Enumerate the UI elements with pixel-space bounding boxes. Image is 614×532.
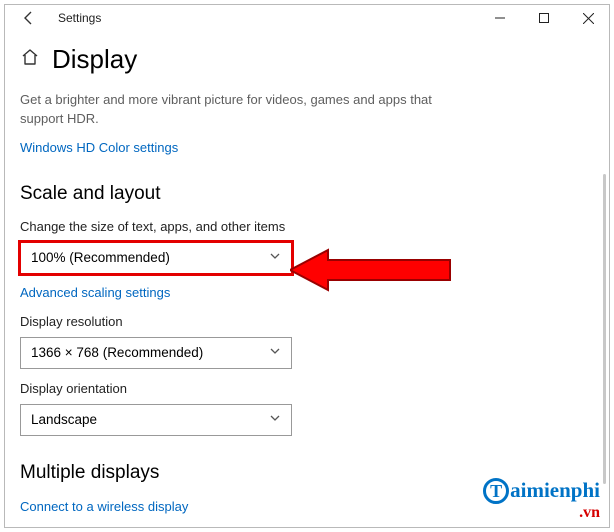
scale-layout-heading: Scale and layout	[20, 183, 594, 205]
text-size-group: Change the size of text, apps, and other…	[20, 219, 594, 302]
watermark-brand: aimienphi	[510, 478, 600, 502]
back-icon[interactable]	[14, 3, 44, 33]
watermark: Taimienphi .vn	[483, 478, 600, 522]
maximize-button[interactable]	[522, 3, 566, 33]
text-size-dropdown[interactable]: 100% (Recommended)	[20, 242, 292, 274]
resolution-label: Display resolution	[20, 314, 594, 329]
orientation-dropdown[interactable]: Landscape	[20, 404, 292, 436]
home-icon	[20, 47, 40, 72]
page-title: Display	[52, 44, 137, 75]
orientation-group: Display orientation Landscape	[20, 381, 594, 436]
chevron-down-icon	[269, 345, 281, 360]
page-header: Display	[20, 44, 594, 75]
chevron-down-icon	[269, 250, 281, 265]
resolution-value: 1366 × 768 (Recommended)	[31, 345, 203, 360]
advanced-scaling-link[interactable]: Advanced scaling settings	[20, 285, 170, 300]
chevron-down-icon	[269, 412, 281, 427]
hd-color-link[interactable]: Windows HD Color settings	[20, 140, 178, 155]
text-size-value: 100% (Recommended)	[31, 250, 170, 265]
close-button[interactable]	[566, 3, 610, 33]
watermark-suffix: .vn	[483, 504, 600, 522]
resolution-group: Display resolution 1366 × 768 (Recommend…	[20, 314, 594, 369]
window-title: Settings	[58, 11, 101, 25]
orientation-value: Landscape	[31, 412, 97, 427]
scrollbar[interactable]	[603, 174, 606, 484]
titlebar: Settings	[0, 0, 614, 36]
orientation-label: Display orientation	[20, 381, 594, 396]
resolution-dropdown[interactable]: 1366 × 768 (Recommended)	[20, 337, 292, 369]
wireless-display-link[interactable]: Connect to a wireless display	[20, 499, 188, 514]
text-size-label: Change the size of text, apps, and other…	[20, 219, 594, 234]
hdr-description: Get a brighter and more vibrant picture …	[20, 91, 450, 129]
content-area: Display Get a brighter and more vibrant …	[0, 36, 614, 516]
minimize-button[interactable]	[478, 3, 522, 33]
